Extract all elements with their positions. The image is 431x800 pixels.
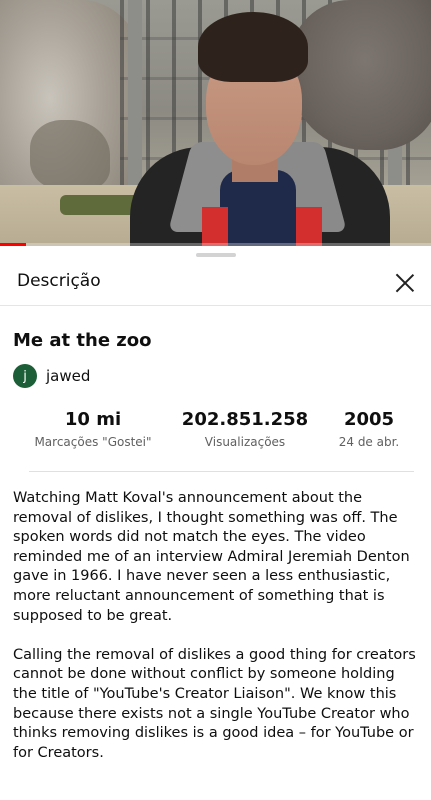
- channel-name[interactable]: jawed: [46, 367, 90, 385]
- upload-year: 2005: [343, 409, 395, 430]
- drag-handle[interactable]: [196, 253, 236, 257]
- likes-label: Marcações "Gostei": [34, 435, 152, 449]
- views-count: 202.851.258: [181, 409, 309, 430]
- person-hair: [198, 12, 308, 82]
- video-stats: 10 mi Marcações "Gostei" 202.851.258 Vis…: [13, 409, 417, 469]
- person-jacket-stripe: [202, 207, 228, 246]
- description-paragraph: Watching Matt Koval's announcement about…: [13, 490, 410, 624]
- person-jacket-stripe: [296, 207, 322, 246]
- stat-views: 202.851.258 Visualizações: [179, 409, 311, 449]
- avatar[interactable]: j: [13, 364, 37, 388]
- panel-header: Descrição: [0, 262, 431, 306]
- upload-date: 24 de abr.: [338, 435, 400, 449]
- description-text: Watching Matt Koval's announcement about…: [13, 489, 418, 783]
- views-label: Visualizações: [204, 435, 286, 449]
- close-icon[interactable]: [392, 270, 418, 296]
- video-background-rock-shadow: [30, 120, 110, 190]
- description-paragraph: Calling the removal of dislikes a good t…: [13, 646, 416, 761]
- stat-date: 2005 24 de abr.: [331, 409, 407, 449]
- divider: [29, 471, 414, 472]
- video-player[interactable]: [0, 0, 431, 246]
- video-title: Me at the zoo: [13, 330, 152, 351]
- likes-count: 10 mi: [64, 409, 122, 430]
- video-person: [110, 12, 410, 246]
- channel-link[interactable]: j jawed: [13, 364, 90, 388]
- stat-likes: 10 mi Marcações "Gostei": [29, 409, 157, 449]
- panel-title: Descrição: [17, 271, 101, 291]
- description-panel: Descrição Me at the zoo j jawed 10 mi Ma…: [0, 246, 431, 800]
